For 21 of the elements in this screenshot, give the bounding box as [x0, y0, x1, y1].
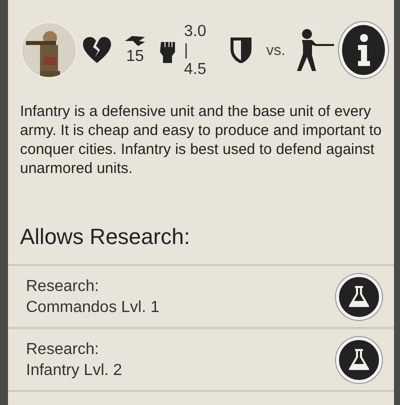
shield-icon [230, 37, 252, 63]
research-button[interactable] [336, 336, 382, 382]
research-row[interactable]: Research: Commandos Lvl. 1 [8, 264, 394, 327]
attack-value: 4.5 [184, 60, 208, 78]
flask-icon [349, 348, 369, 370]
speed-value: 15 [126, 46, 144, 66]
research-name: Infantry Lvl. 2 [26, 360, 122, 380]
research-row[interactable]: Research: Infantry Lvl. 2 [8, 327, 394, 390]
broken-heart-icon [82, 36, 112, 64]
versus-label: vs. [266, 42, 286, 58]
flask-icon [349, 286, 369, 308]
attack-value: 3.0 | [184, 22, 208, 60]
info-button[interactable] [339, 22, 388, 78]
wing-icon [124, 34, 146, 46]
unit-description: Infantry is a defensive unit and the base unit of every army. It is cheap and easy to produce and important to conquer cities. Infantry is best used to defend against unarmored units. [20, 102, 382, 178]
research-button[interactable] [336, 274, 382, 320]
research-label: Research: [26, 340, 100, 360]
info-icon [356, 34, 371, 66]
research-name: Commandos Lvl. 1 [26, 298, 160, 318]
section-heading: Allows Research: [20, 224, 191, 250]
research-label: Research: [26, 276, 100, 296]
